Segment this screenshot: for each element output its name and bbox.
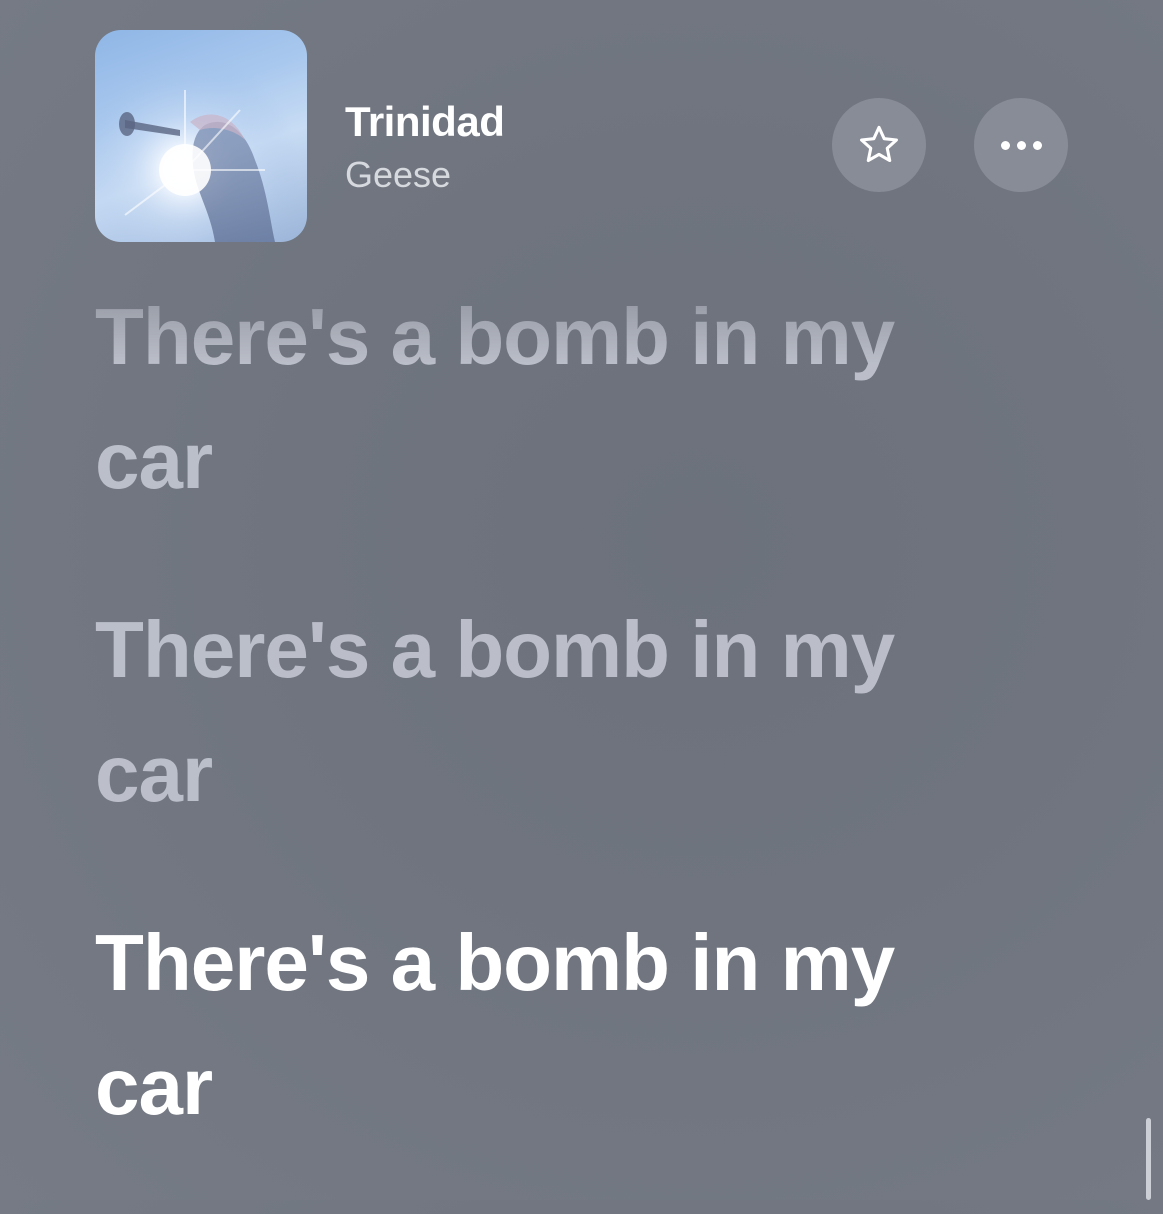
album-artwork-image: [95, 30, 307, 242]
ellipsis-dot: [1016, 140, 1026, 150]
scrollbar[interactable]: [1146, 1118, 1151, 1200]
more-button[interactable]: [974, 98, 1068, 192]
track-title[interactable]: Trinidad: [345, 98, 505, 146]
lyric-line[interactable]: There's a bomb in my car: [95, 275, 955, 523]
lyric-line[interactable]: There's a bomb in my car: [95, 588, 955, 836]
album-artwork[interactable]: [95, 30, 307, 242]
favorite-button[interactable]: [832, 98, 926, 192]
lyrics-view[interactable]: There's a bomb in my car There's a bomb …: [95, 275, 1095, 1214]
star-icon: [860, 125, 898, 163]
ellipsis-dot: [1000, 140, 1010, 150]
ellipsis-dot: [1032, 140, 1042, 150]
ellipsis-icon: [1000, 140, 1042, 150]
track-artist[interactable]: Geese: [345, 154, 451, 196]
current-lyric-line[interactable]: There's a bomb in my car: [95, 901, 955, 1149]
now-playing-header: Trinidad Geese: [0, 0, 1163, 260]
